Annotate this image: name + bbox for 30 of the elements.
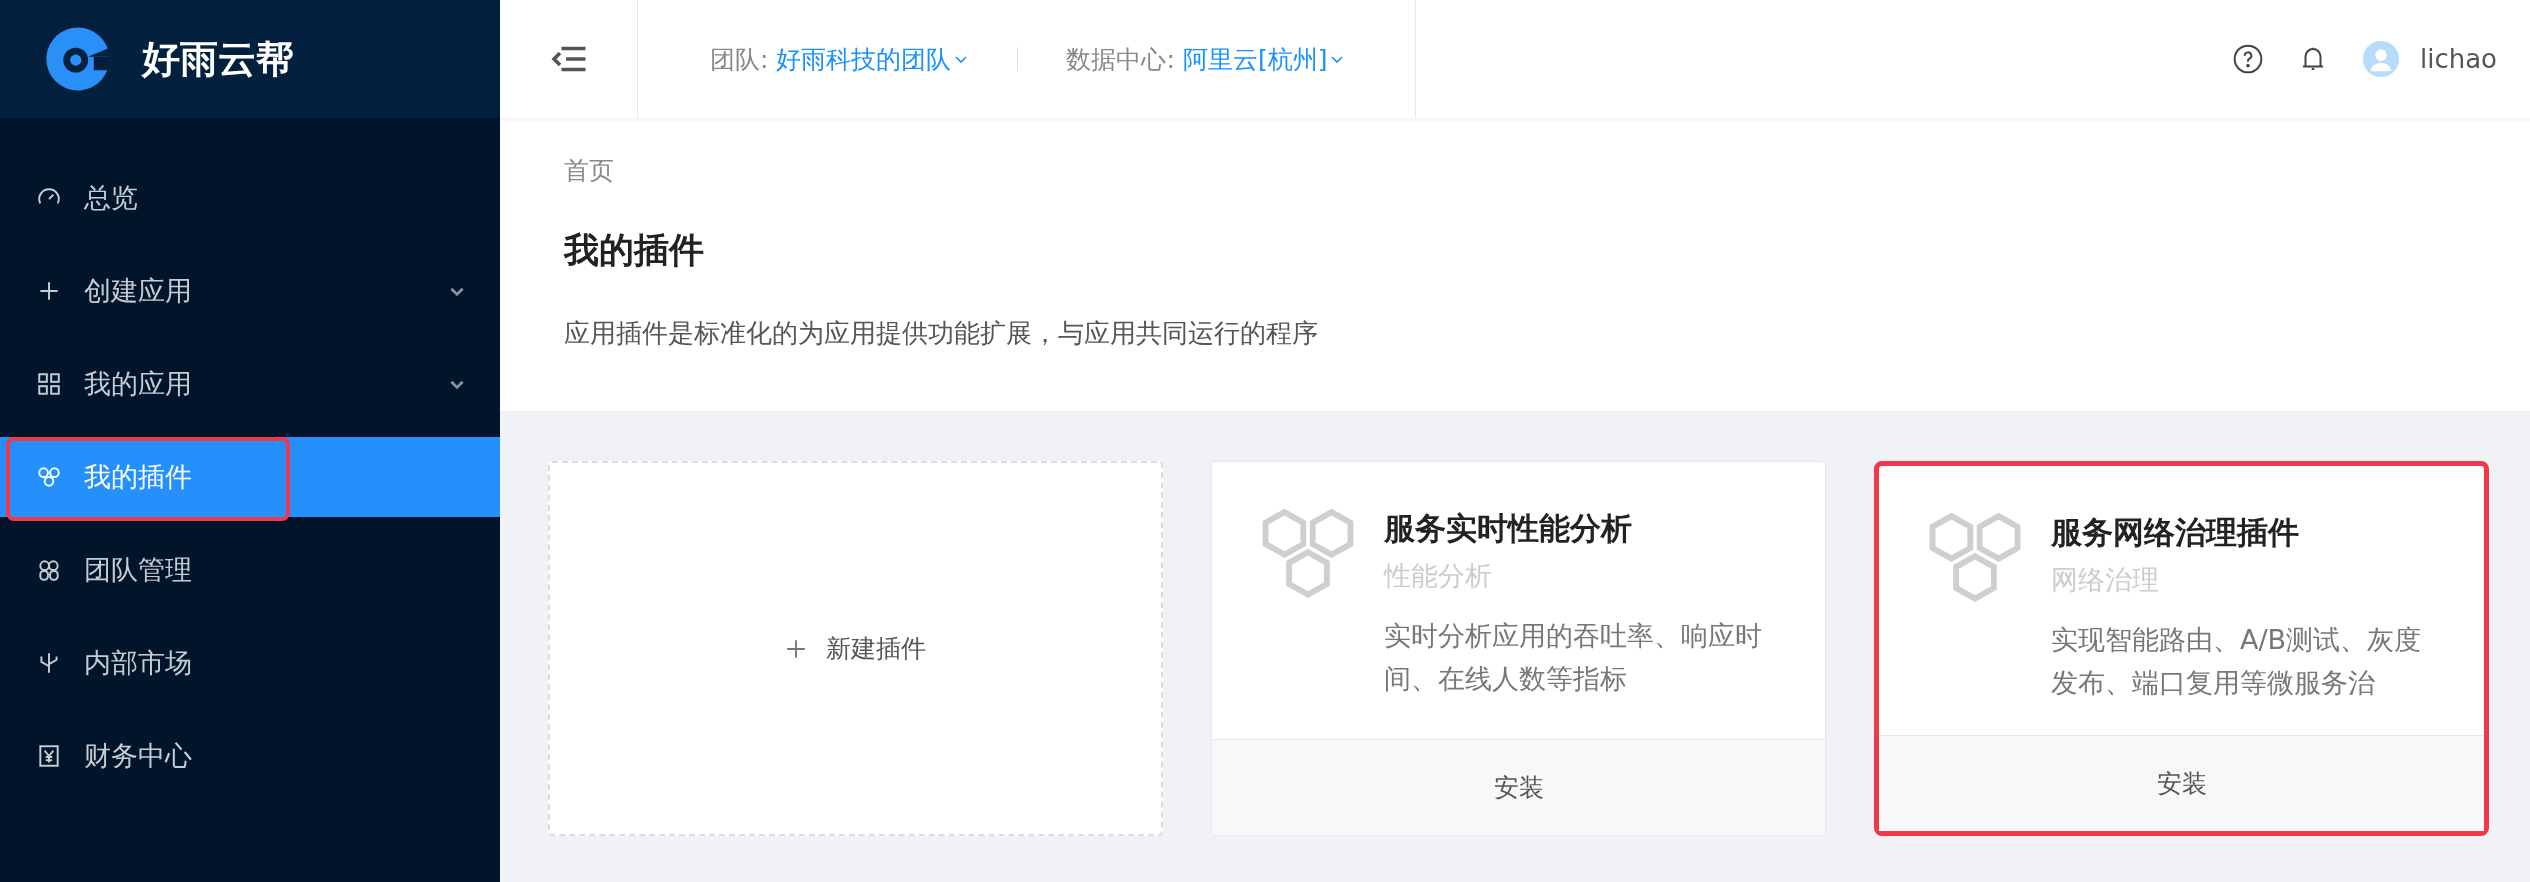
install-button[interactable]: 安装 xyxy=(1212,739,1825,835)
help-icon[interactable] xyxy=(2231,43,2264,75)
plugin-description: 实时分析应用的吞吐率、响应时间、在线人数等指标 xyxy=(1384,619,1763,697)
yen-icon xyxy=(36,743,62,769)
sidebar-item[interactable]: 内部市场 xyxy=(0,623,500,703)
hexagons-icon xyxy=(36,464,62,490)
menu-collapse-icon[interactable] xyxy=(550,44,587,74)
page-description: 应用插件是标准化的为应用提供功能扩展，与应用共同运行的程序 xyxy=(564,317,1319,350)
page-title: 我的插件 xyxy=(564,229,705,272)
plugin-name: 服务网络治理插件 xyxy=(2051,513,2300,552)
install-button[interactable]: 安装 xyxy=(1879,735,2484,831)
hexagons-icon xyxy=(1262,508,1354,600)
grid-icon xyxy=(36,371,62,397)
sidebar-item[interactable]: 我的应用 xyxy=(0,344,500,424)
sidebar-item[interactable]: 创建应用 xyxy=(0,251,500,331)
sidebar-item[interactable]: 团队管理 xyxy=(0,530,500,610)
username[interactable]: lichao xyxy=(2419,44,2497,74)
new-plugin-card[interactable]: 新建插件 xyxy=(548,461,1163,836)
sidebar-item[interactable]: 总览 xyxy=(0,158,500,238)
brand-name: 好雨云帮 xyxy=(142,35,294,83)
breadcrumb[interactable]: 首页 xyxy=(564,154,2473,187)
team-label: 团队: xyxy=(710,43,769,76)
plugin-description: 实现智能路由、A/B测试、灰度发布、端口复用等微服务治 xyxy=(2051,623,2423,701)
plugin-name: 服务实时性能分析 xyxy=(1384,509,1633,548)
team-icon xyxy=(36,557,62,583)
hexagons-icon xyxy=(1929,512,2021,604)
new-plugin-label: 新建插件 xyxy=(825,633,926,665)
datacenter-label: 数据中心: xyxy=(1066,43,1175,76)
sidebar-item[interactable]: 财务中心 xyxy=(0,716,500,796)
plus-icon xyxy=(785,638,806,659)
